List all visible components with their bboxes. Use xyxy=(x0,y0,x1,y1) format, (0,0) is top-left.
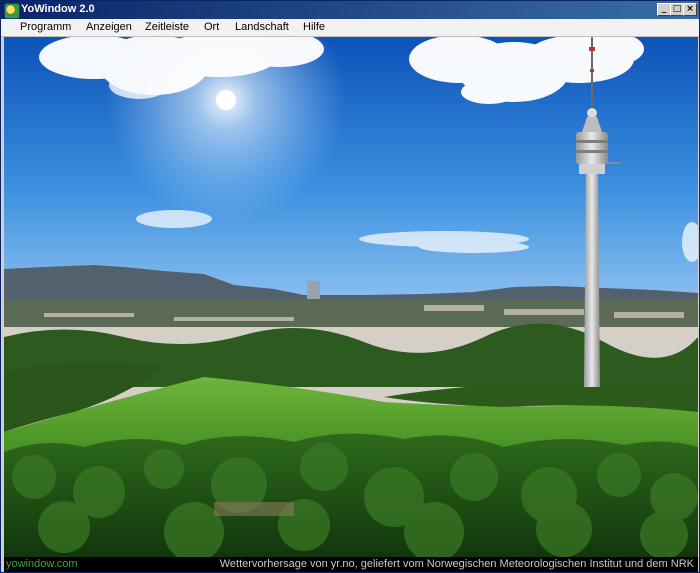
status-bar: yowindow.com Wettervorhersage von yr.no,… xyxy=(4,557,698,572)
close-button[interactable]: × xyxy=(683,3,697,16)
maximize-button[interactable]: □ xyxy=(670,3,684,16)
forecast-credit[interactable]: Wettervorhersage von yr.no, geliefert vo… xyxy=(220,558,694,570)
landscape-illustration xyxy=(4,37,698,557)
app-window: YoWindow 2.0 _ □ × Programm Anzeigen Zei… xyxy=(0,0,700,573)
menu-programm[interactable]: Programm xyxy=(20,21,71,33)
menu-zeitleiste[interactable]: Zeitleiste xyxy=(145,21,189,33)
clearing xyxy=(214,502,294,516)
app-icon xyxy=(4,3,20,19)
menu-hilfe[interactable]: Hilfe xyxy=(303,21,325,33)
minimize-button[interactable]: _ xyxy=(657,3,671,16)
weather-scene[interactable] xyxy=(4,37,698,557)
menu-ort[interactable]: Ort xyxy=(204,21,219,33)
menu-bar: Programm Anzeigen Zeitleiste Ort Landsch… xyxy=(1,19,699,37)
menu-landschaft[interactable]: Landschaft xyxy=(235,21,289,33)
website-link[interactable]: yowindow.com xyxy=(6,558,78,570)
title-bar[interactable]: YoWindow 2.0 _ □ × xyxy=(1,1,699,19)
menu-anzeigen[interactable]: Anzeigen xyxy=(86,21,132,33)
window-title: YoWindow 2.0 xyxy=(21,3,95,15)
